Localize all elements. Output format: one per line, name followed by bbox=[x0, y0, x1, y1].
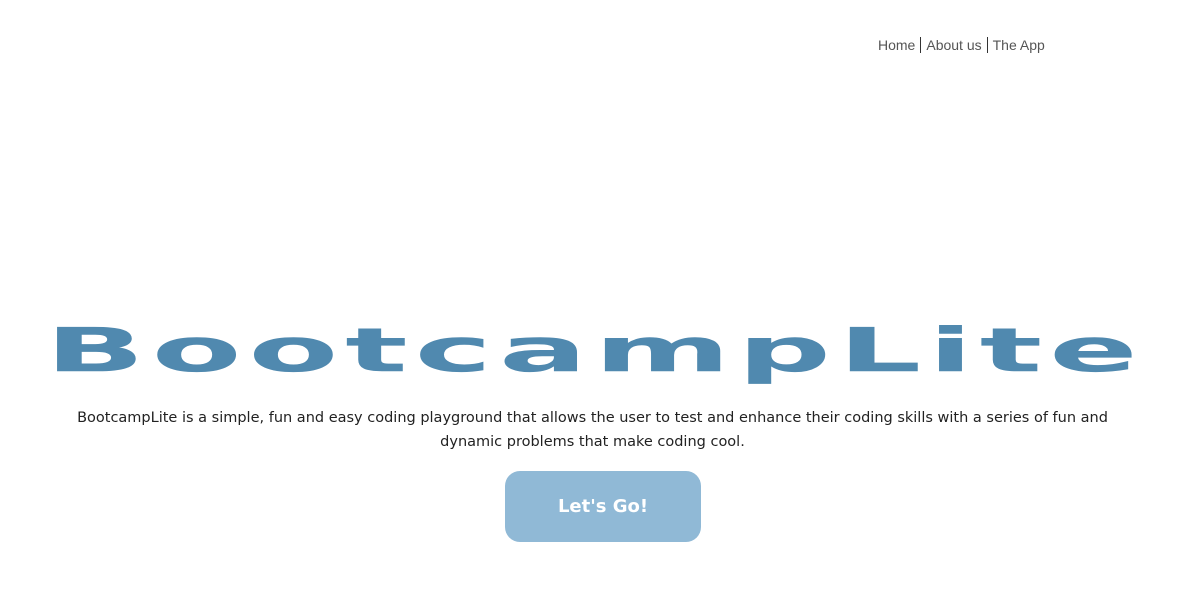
top-nav: Home About us The App bbox=[878, 37, 1045, 53]
nav-divider bbox=[920, 37, 922, 53]
nav-divider bbox=[986, 37, 988, 53]
nav-link-about-us[interactable]: About us bbox=[926, 37, 981, 53]
lets-go-button[interactable]: Let's Go! bbox=[505, 471, 701, 542]
nav-link-the-app[interactable]: The App bbox=[993, 37, 1045, 53]
hero-description: BootcampLite is a simple, fun and easy c… bbox=[77, 410, 1108, 450]
hero-title: BootcampLite bbox=[45, 315, 1145, 387]
nav-link-home[interactable]: Home bbox=[878, 37, 915, 53]
